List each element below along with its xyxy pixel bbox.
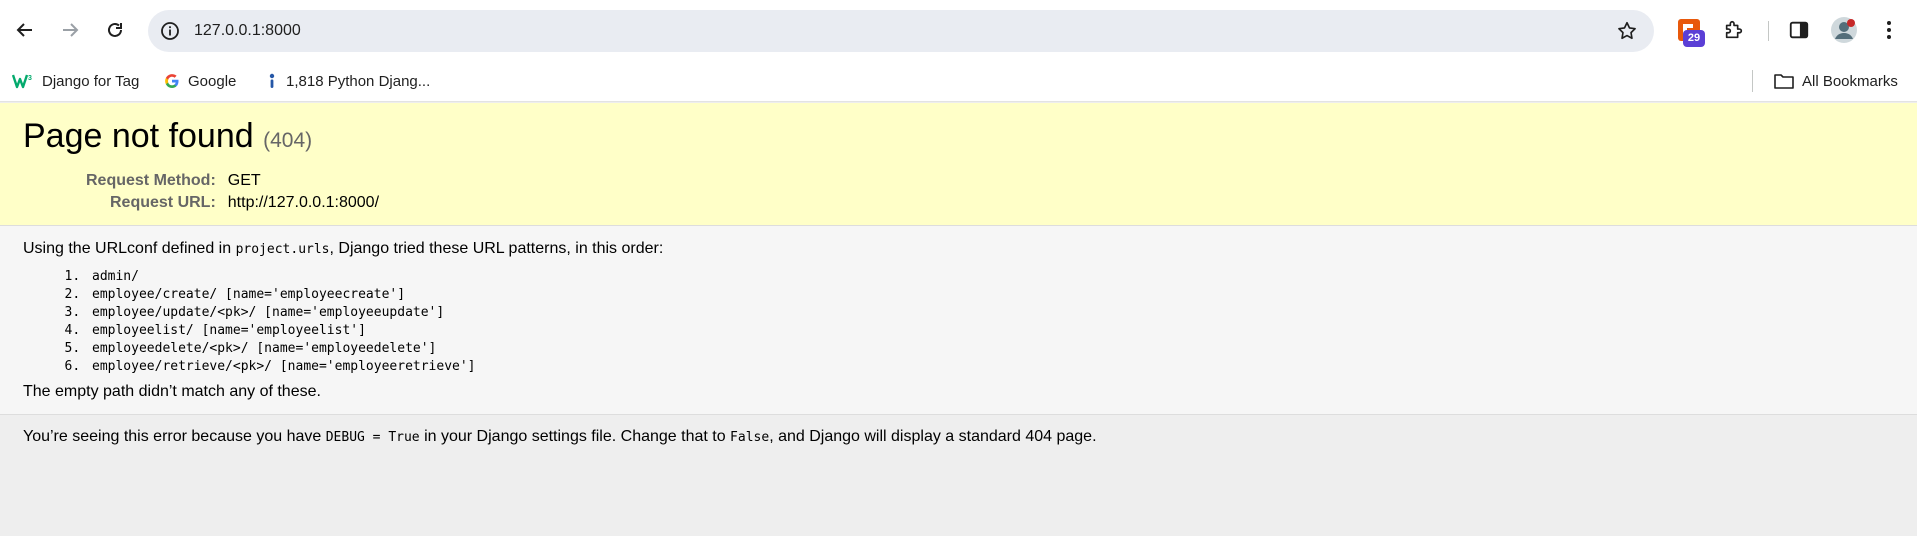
error-summary: Page not found (404) Request Method: GET…	[0, 103, 1917, 226]
bookmark-label: Google	[188, 72, 237, 90]
site-info-icon[interactable]	[160, 21, 180, 41]
arrow-left-icon	[16, 23, 32, 37]
status-code: (404)	[263, 129, 313, 152]
request-method-value: GET	[227, 172, 261, 189]
toolbar-separator	[1768, 21, 1769, 41]
explanation-part: , and Django will display a standard 404…	[769, 428, 1097, 445]
url-text[interactable]: 127.0.0.1:8000	[194, 10, 301, 52]
request-url-value: http://127.0.0.1:8000/	[227, 194, 380, 211]
arrow-right-icon	[63, 23, 79, 37]
puzzle-icon	[1725, 20, 1743, 39]
svg-text:3: 3	[28, 75, 32, 82]
url-pattern-item: employee/update/<pk>/ [name='employeeupd…	[88, 304, 1894, 322]
reload-button[interactable]	[98, 13, 132, 47]
bookmark-item[interactable]: Google	[164, 68, 236, 94]
forward-button[interactable]	[53, 13, 87, 47]
address-bar[interactable]: 127.0.0.1:8000	[148, 10, 1654, 52]
url-patterns-info: Using the URLconf defined in project.url…	[0, 226, 1917, 415]
bookmarks-separator	[1752, 70, 1753, 92]
bookmark-label: 1,818 Python Djang...	[286, 72, 431, 90]
kebab-menu-icon	[1887, 21, 1891, 39]
google-icon	[165, 74, 179, 88]
bookmark-star-icon[interactable]	[1616, 20, 1638, 42]
profile-avatar[interactable]	[1828, 14, 1860, 46]
explanation-text: You’re seeing this error because you hav…	[23, 427, 1894, 448]
request-method-label: Request Method:	[86, 172, 216, 189]
reload-icon	[108, 22, 122, 37]
url-pattern-item: employeedelete/<pk>/ [name='employeedele…	[88, 340, 1894, 358]
url-pattern-item: employee/create/ [name='employeecreate']	[88, 286, 1894, 304]
bookmark-item[interactable]: 3 Django for Tag	[12, 68, 139, 94]
avatar-icon	[1831, 17, 1857, 43]
side-panel-icon	[1789, 21, 1809, 39]
all-bookmarks-label: All Bookmarks	[1802, 72, 1898, 90]
debug-setting-code: DEBUG = True	[325, 430, 420, 445]
false-code: False	[730, 430, 770, 445]
url-pattern-list: admin/ employee/create/ [name='employeec…	[88, 268, 1894, 376]
indeed-icon	[269, 73, 275, 88]
extension-badge: 29	[1683, 30, 1705, 47]
page-title: Page not found (404)	[23, 115, 1894, 162]
request-method-row: Request Method: GET	[86, 170, 379, 192]
url-pattern-item: admin/	[88, 268, 1894, 286]
folder-icon	[1774, 74, 1794, 89]
bookmarks-bar: 3 Django for Tag Google 1,818 Python Dja…	[0, 62, 1917, 102]
page-content: Page not found (404) Request Method: GET…	[0, 103, 1917, 536]
all-bookmarks-button[interactable]: All Bookmarks	[1774, 68, 1898, 94]
request-meta-table: Request Method: GET Request URL: http://…	[86, 170, 379, 214]
explanation-part: You’re seeing this error because you hav…	[23, 428, 326, 445]
page-title-text: Page not found	[23, 117, 254, 155]
intro-text-end: , Django tried these URL patterns, in th…	[329, 240, 664, 257]
debug-explanation: You’re seeing this error because you hav…	[0, 415, 1917, 460]
w3schools-icon: 3	[12, 74, 32, 89]
side-panel-button[interactable]	[1783, 14, 1815, 46]
url-pattern-item: employee/retrieve/<pk>/ [name='employeer…	[88, 358, 1894, 376]
url-pattern-item: employeelist/ [name='employeelist']	[88, 322, 1894, 340]
browser-menu-button[interactable]	[1873, 14, 1905, 46]
bookmark-item[interactable]: 1,818 Python Djang...	[266, 68, 430, 94]
request-url-label: Request URL:	[110, 194, 216, 211]
urlconf-name: project.urls	[235, 242, 330, 257]
explanation-part: in your Django settings file. Change tha…	[419, 428, 731, 445]
extensions-menu-button[interactable]	[1718, 14, 1750, 46]
no-match-message: The empty path didn’t match any of these…	[23, 383, 321, 400]
intro-text: Using the URLconf defined in	[23, 240, 236, 257]
request-url-row: Request URL: http://127.0.0.1:8000/	[86, 192, 379, 214]
browser-toolbar: 127.0.0.1:8000 29	[0, 0, 1917, 62]
back-button[interactable]	[8, 13, 42, 47]
urlconf-intro: Using the URLconf defined in project.url…	[23, 239, 1894, 260]
bookmark-label: Django for Tag	[42, 72, 140, 90]
